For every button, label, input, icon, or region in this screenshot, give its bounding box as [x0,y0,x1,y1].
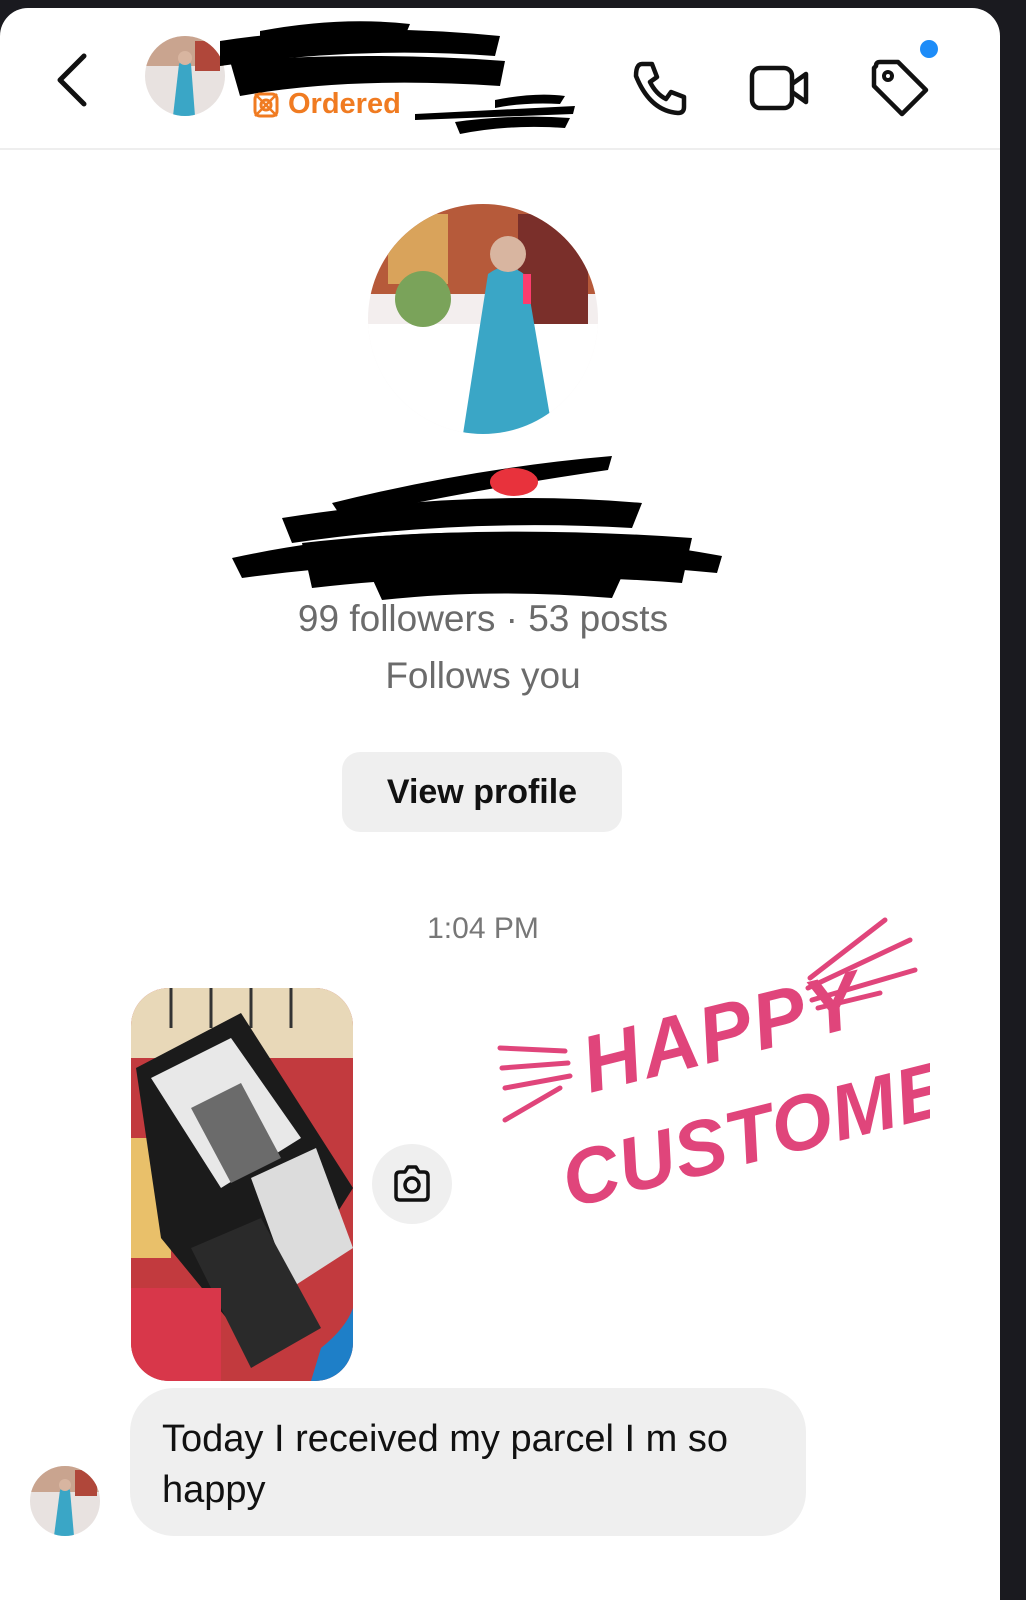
message-bubble[interactable]: Today I received my parcel I m so happy [130,1388,806,1536]
photo-message[interactable] [131,988,353,1381]
message-text: Today I received my parcel I m so happy [162,1418,728,1511]
order-status-label: Ordered [288,88,401,120]
screen-edge [1000,8,1026,1600]
order-status: Ordered [252,88,401,121]
view-profile-button[interactable]: View profile [342,752,622,832]
profile-stats: 99 followers · 53 posts [297,598,669,639]
ordered-badge-icon [253,92,279,117]
chat-screen: Ordered 99 followers · 53 posts Follows … [0,8,1000,1600]
camera-icon [394,1165,430,1202]
redacted-profile-name [232,456,722,600]
video-call-button[interactable] [748,56,812,120]
notification-dot [920,40,938,58]
call-button[interactable] [628,56,692,120]
happy-customer-sticker: HAPPY CUSTOMER [497,917,930,1224]
profile-avatar[interactable] [368,204,598,434]
camera-reply-button[interactable] [372,1144,452,1224]
phone-icon [633,61,687,116]
back-button[interactable] [50,48,100,108]
redacted-status-detail [415,94,575,134]
back-arrow-icon [57,53,87,107]
tag-button[interactable] [868,56,932,120]
sender-avatar[interactable] [30,1466,100,1536]
video-camera-icon [749,65,809,111]
follows-you-label: Follows you [385,655,581,696]
tag-icon [871,59,929,117]
chat-header: Ordered [0,8,1000,150]
